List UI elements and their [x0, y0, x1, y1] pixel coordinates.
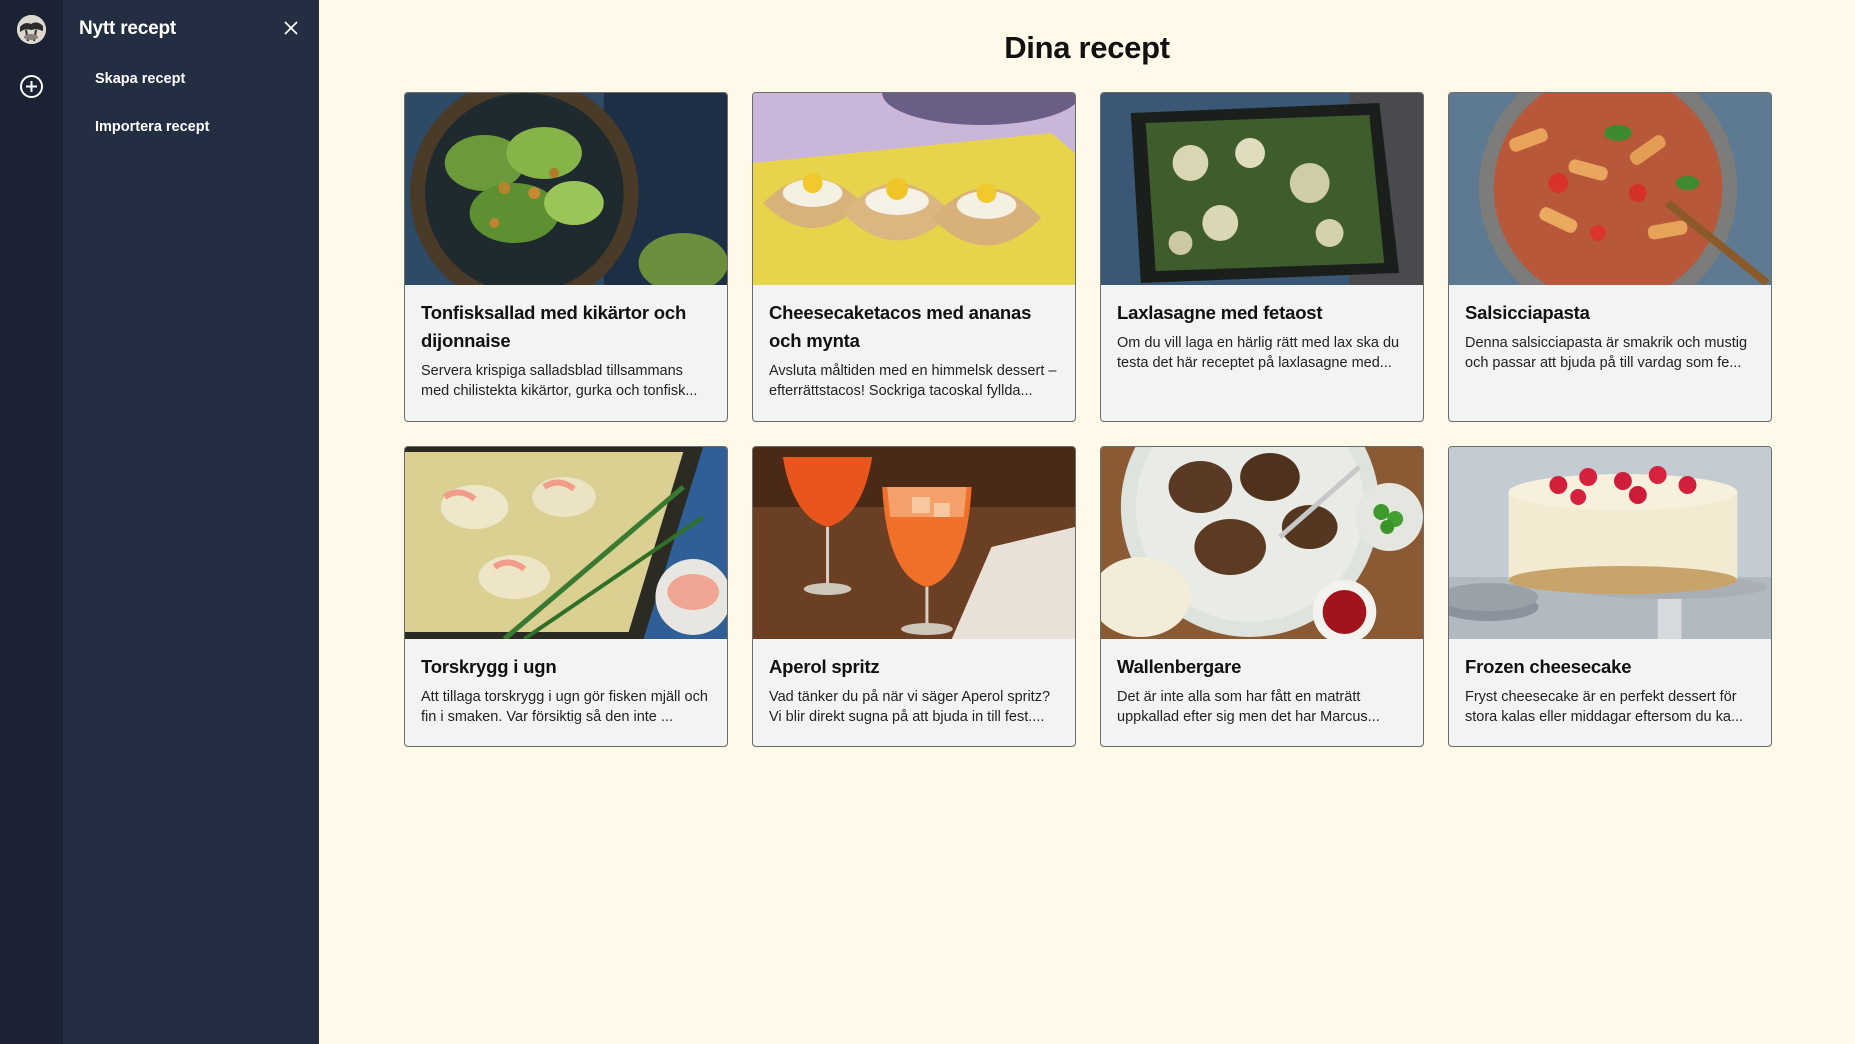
- recipe-card[interactable]: Cheesecaketacos med ananas och mynta Avs…: [752, 92, 1076, 422]
- main-content: Dina recept Tonfisksallad med kikärtor o…: [319, 0, 1855, 1044]
- icon-rail: [0, 0, 63, 1044]
- recipe-description: Vad tänker du på när vi säger Aperol spr…: [769, 689, 1051, 725]
- recipe-description: Fryst cheesecake är en perfekt dessert f…: [1465, 689, 1744, 725]
- close-icon[interactable]: [281, 18, 301, 38]
- cheesecake-tacos-photo: [753, 93, 1075, 285]
- recipe-description: Det är inte alla som har fått en maträtt…: [1117, 689, 1380, 725]
- recipe-card[interactable]: Laxlasagne med fetaost Om du vill laga e…: [1100, 92, 1424, 422]
- baked-cod-photo: [405, 447, 727, 639]
- recipe-description: Att tillaga torskrygg i ugn gör fisken m…: [421, 689, 708, 725]
- recipe-card[interactable]: Frozen cheesecake Fryst cheesecake är en…: [1448, 446, 1772, 747]
- recipe-title: Torskrygg i ugn: [421, 656, 557, 677]
- recipe-title: Laxlasagne med fetaost: [1117, 302, 1323, 323]
- plus-circle-icon[interactable]: [19, 74, 44, 99]
- drawer-title: Nytt recept: [79, 18, 177, 39]
- tuna-salad-photo: [405, 93, 727, 285]
- recipe-card[interactable]: Salsicciapasta Denna salsicciapasta är s…: [1448, 92, 1772, 422]
- user-avatar[interactable]: [17, 15, 46, 44]
- aperol-spritz-photo: [753, 447, 1075, 639]
- recipe-title: Tonfisksallad med kikärtor och dijonnais…: [421, 302, 687, 351]
- recipe-title: Cheesecaketacos med ananas och mynta: [769, 302, 1032, 351]
- import-recipe-link[interactable]: Importera recept: [95, 119, 209, 135]
- page-title: Dina recept: [1004, 30, 1170, 65]
- recipe-title: Aperol spritz: [769, 656, 880, 677]
- salsiccia-pasta-photo: [1449, 93, 1771, 285]
- recipe-title: Salsicciapasta: [1465, 302, 1590, 323]
- recipe-description: Denna salsicciapasta är smakrik och must…: [1465, 335, 1748, 371]
- recipe-title: Frozen cheesecake: [1465, 656, 1632, 677]
- recipe-description: Om du vill laga en härlig rätt med lax s…: [1117, 335, 1400, 371]
- recipe-card[interactable]: Torskrygg i ugn Att tillaga torskrygg i …: [404, 446, 728, 747]
- recipe-grid: Tonfisksallad med kikärtor och dijonnais…: [404, 92, 1772, 747]
- create-recipe-link[interactable]: Skapa recept: [95, 71, 185, 87]
- recipe-title: Wallenbergare: [1117, 656, 1242, 677]
- recipe-card[interactable]: Aperol spritz Vad tänker du på när vi sä…: [752, 446, 1076, 747]
- recipe-card[interactable]: Wallenbergare Det är inte alla som har f…: [1100, 446, 1424, 747]
- frozen-cheesecake-photo: [1449, 447, 1771, 639]
- recipe-description: Servera krispiga salladsblad tillsammans…: [421, 363, 698, 399]
- new-recipe-drawer: Nytt recept Skapa recept Importera recep…: [63, 0, 319, 1044]
- salmon-lasagna-photo: [1101, 93, 1423, 285]
- recipe-description: Avsluta måltiden med en himmelsk dessert…: [769, 363, 1057, 399]
- recipe-card[interactable]: Tonfisksallad med kikärtor och dijonnais…: [404, 92, 728, 422]
- wallenbergare-photo: [1101, 447, 1423, 639]
